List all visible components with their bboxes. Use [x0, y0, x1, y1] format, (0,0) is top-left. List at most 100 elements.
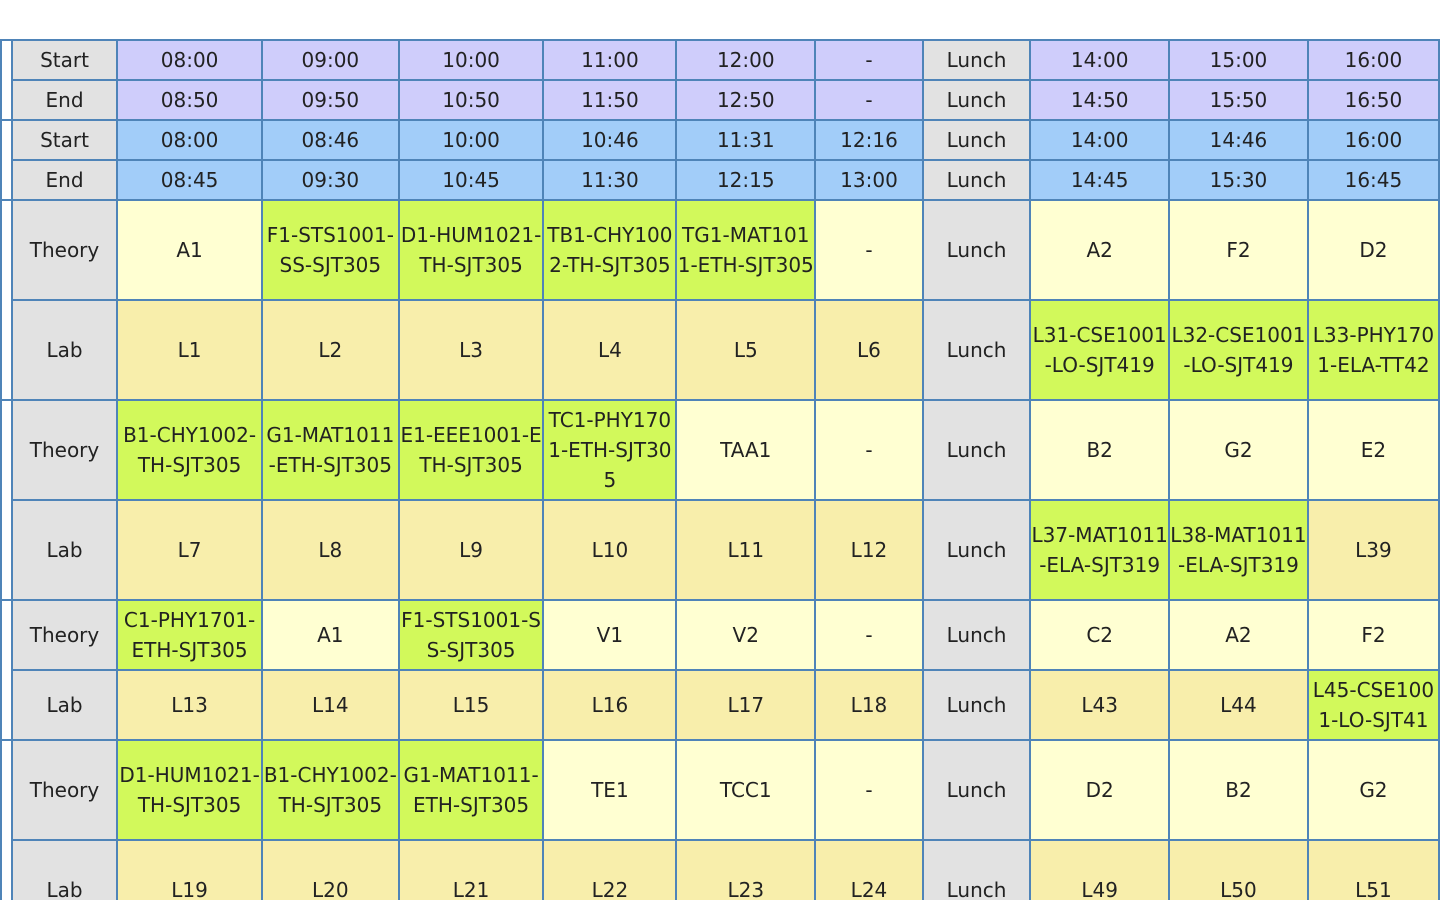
slot-cell: L24 — [814, 839, 924, 900]
course-slot-cell: L45-CSE1001-LO-SJT41 — [1306, 669, 1440, 741]
slot-cell: A1 — [116, 199, 263, 301]
day-header — [0, 599, 13, 741]
time-cell: 08:00 — [116, 39, 263, 81]
row-label: Theory — [10, 739, 119, 841]
slot-cell: V2 — [675, 599, 817, 671]
theory-row: Theory A1 F1-STS1001-SS-SJT305 D1-HUM1021-T… — [0, 199, 1440, 401]
slot-cell: F2 — [1168, 199, 1309, 301]
slot-cell: L13 — [116, 669, 263, 741]
slot-cell: L44 — [1168, 669, 1309, 741]
time-cell: 12:16 — [814, 119, 924, 161]
slot-cell: L4 — [542, 299, 678, 401]
time-cell: 16:00 — [1306, 39, 1440, 81]
slot-cell: - — [814, 739, 924, 841]
slot-cell: D2 — [1306, 199, 1440, 301]
lunch-cell: Lunch — [921, 669, 1032, 741]
time-cell: 14:50 — [1029, 79, 1171, 121]
slot-cell: L20 — [260, 839, 400, 900]
day-header — [0, 199, 13, 401]
time-cell: 09:30 — [260, 159, 400, 201]
row-label: Lab — [10, 499, 119, 601]
lunch-cell: Lunch — [921, 119, 1032, 161]
row-label: Start — [10, 39, 119, 81]
slot-cell: L11 — [675, 499, 817, 601]
slot-cell: L14 — [260, 669, 400, 741]
lunch-cell: Lunch — [921, 199, 1032, 301]
course-slot-cell: L33-PHY1701-ELA-TT42 — [1306, 299, 1440, 401]
time-cell: 11:00 — [542, 39, 678, 81]
theory-row: Theory D1-HUM1021-TH-SJT305 B1-CHY1002-TH-… — [0, 739, 1440, 900]
row-label: Lab — [10, 299, 119, 401]
time-cell: 10:50 — [397, 79, 545, 121]
course-slot-cell: L31-CSE1001-LO-SJT419 — [1029, 299, 1171, 401]
time-cell: 10:45 — [397, 159, 545, 201]
time-cell: 15:30 — [1168, 159, 1309, 201]
slot-cell: L5 — [675, 299, 817, 401]
course-slot-cell: D1-HUM1021-TH-SJT305 — [397, 199, 545, 301]
time-cell: 14:00 — [1029, 39, 1171, 81]
lunch-cell: Lunch — [921, 299, 1032, 401]
lunch-cell: Lunch — [921, 79, 1032, 121]
slot-cell: A2 — [1168, 599, 1309, 671]
time-cell: - — [814, 39, 924, 81]
course-slot-cell: F1-STS1001-SS-SJT305 — [260, 199, 400, 301]
theory-row: Theory C1-PHY1701-ETH-SJT305 A1 F1-STS1001-… — [0, 599, 1440, 741]
slot-cell: L43 — [1029, 669, 1171, 741]
row-label: Lab — [10, 669, 119, 741]
course-slot-cell: E1-EEE1001-ETH-SJT305 — [397, 399, 545, 501]
time-cell: 08:45 — [116, 159, 263, 201]
row-label: Theory — [10, 599, 119, 671]
time-cell: 12:00 — [675, 39, 817, 81]
time-cell: 15:50 — [1168, 79, 1309, 121]
time-cell: - — [814, 79, 924, 121]
slot-cell: L18 — [814, 669, 924, 741]
row-label: End — [10, 159, 119, 201]
time-cell: 14:46 — [1168, 119, 1309, 161]
course-slot-cell: G1-MAT1011-ETH-SJT305 — [260, 399, 400, 501]
slot-cell: - — [814, 599, 924, 671]
slot-cell: L21 — [397, 839, 545, 900]
theory-start-row: Start 08:00 09:00 10:00 11:00 12:00- Lunch 14:0… — [0, 39, 1440, 121]
lunch-cell: Lunch — [921, 739, 1032, 841]
slot-cell: L3 — [397, 299, 545, 401]
slot-cell: B2 — [1168, 739, 1309, 841]
lab-row: Lab L19 L20 L21 L22 L23 L24 Lunch L49 L50 L51 — [1, 839, 1440, 900]
timetable-viewport[interactable]: Start 08:00 09:00 10:00 11:00 12:00- Lunch 14:0… — [0, 39, 1440, 900]
row-label: Lab — [10, 839, 119, 900]
slot-cell: L9 — [397, 499, 545, 601]
slot-cell: L15 — [397, 669, 545, 741]
lunch-cell: Lunch — [921, 499, 1032, 601]
theory-row: Theory B1-CHY1002-TH-SJT305 G1-MAT1011-ETH… — [0, 399, 1440, 601]
time-cell: 08:50 — [116, 79, 263, 121]
time-cell: 08:00 — [116, 119, 263, 161]
course-slot-cell: L32-CSE1001-LO-SJT419 — [1168, 299, 1309, 401]
course-slot-cell: TG1-MAT1011-ETH-SJT305 — [675, 199, 817, 301]
slot-cell: L12 — [814, 499, 924, 601]
lab-row: Lab L1 L2 L3 L4 L5 L6 Lunch L31-CSE1001-LO-SJT41… — [1, 299, 1440, 401]
time-cell: 13:00 — [814, 159, 924, 201]
day-header — [0, 399, 13, 601]
row-label: End — [10, 79, 119, 121]
slot-cell: V1 — [542, 599, 678, 671]
slot-cell: - — [814, 399, 924, 501]
slot-cell: L49 — [1029, 839, 1171, 900]
time-cell: 16:50 — [1306, 79, 1440, 121]
slot-cell: L51 — [1306, 839, 1440, 900]
slot-cell: L1 — [116, 299, 263, 401]
row-label: Start — [10, 119, 119, 161]
slot-cell: TAA1 — [675, 399, 817, 501]
slot-cell: A1 — [260, 599, 400, 671]
course-slot-cell: B1-CHY1002-TH-SJT305 — [116, 399, 263, 501]
lab-row: Lab L13 L14 L15 L16 L17 L18 Lunch L43 L44 L45-CSE1… — [1, 669, 1440, 741]
time-cell: 14:00 — [1029, 119, 1171, 161]
slot-cell: L50 — [1168, 839, 1309, 900]
time-cell: 16:00 — [1306, 119, 1440, 161]
course-slot-cell: L38-MAT1011-ELA-SJT319 — [1168, 499, 1309, 601]
slot-cell: L6 — [814, 299, 924, 401]
lab-end-row: End 08:45 09:30 10:45 11:30 12:15 13:00 Lunch 14… — [1, 159, 1440, 201]
time-cell: 09:50 — [260, 79, 400, 121]
time-cell: 11:50 — [542, 79, 678, 121]
time-cell: 08:46 — [260, 119, 400, 161]
course-slot-cell: B1-CHY1002-TH-SJT305 — [260, 739, 400, 841]
slot-cell: L16 — [542, 669, 678, 741]
